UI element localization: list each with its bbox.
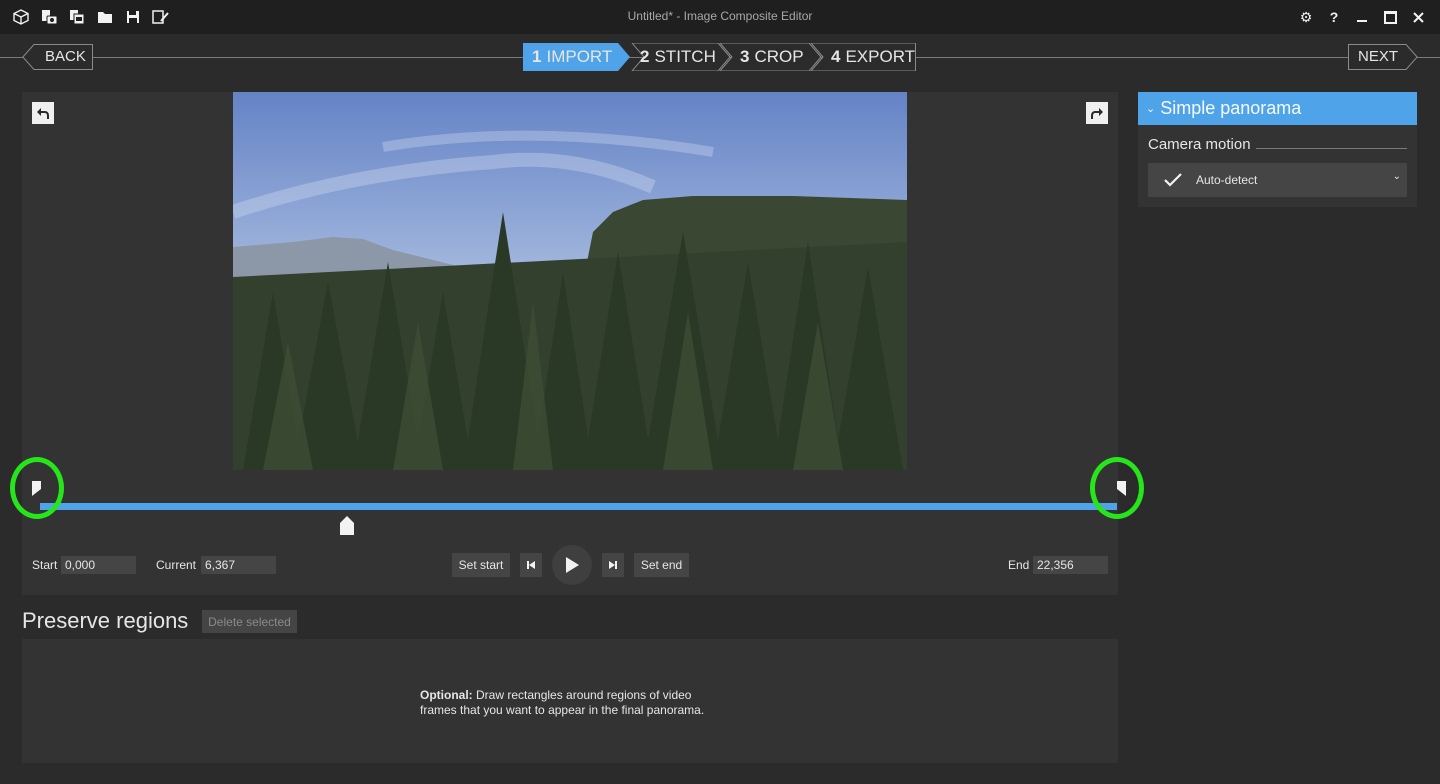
maximize-icon — [1383, 10, 1397, 24]
next-label: NEXT — [1358, 48, 1399, 65]
step-number: 4 — [831, 47, 841, 66]
tab-import[interactable]: 1 IMPORT — [532, 43, 622, 71]
camera-motion-divider — [1256, 148, 1407, 149]
set-start-button[interactable]: Set start — [452, 553, 510, 577]
set-end-button[interactable]: Set end — [634, 553, 689, 577]
back-button[interactable]: BACK — [22, 44, 93, 70]
current-field[interactable]: 6,367 — [201, 556, 276, 574]
camera-motion-dropdown[interactable]: Auto-detect ⌄ — [1148, 163, 1407, 197]
tab-export[interactable]: 4 EXPORT — [831, 43, 915, 71]
step-label: IMPORT — [546, 47, 613, 66]
current-label: Current — [156, 558, 197, 572]
play-button[interactable] — [552, 545, 592, 585]
help-icon[interactable]: ? — [1321, 6, 1347, 28]
back-label: BACK — [45, 48, 86, 65]
settings-icon[interactable]: ⚙ — [1293, 6, 1319, 28]
skip-back-icon — [527, 561, 535, 569]
camera-motion-label: Camera motion — [1148, 136, 1251, 153]
tab-stitch[interactable]: 2 STITCH — [640, 43, 722, 71]
skip-forward-icon — [609, 561, 617, 569]
highlight-ring-start — [10, 457, 64, 519]
close-button[interactable] — [1405, 6, 1431, 28]
maximize-button[interactable] — [1377, 6, 1403, 28]
step-label: EXPORT — [845, 47, 916, 66]
checkmark-icon — [1164, 173, 1182, 187]
playhead-handle[interactable] — [339, 516, 354, 535]
step-number: 3 — [740, 47, 750, 66]
step-number: 2 — [640, 47, 650, 66]
chevron-down-icon: ⌄ — [1146, 103, 1156, 115]
rotate-left-button[interactable] — [32, 102, 54, 124]
play-icon — [566, 557, 579, 573]
close-icon — [1412, 11, 1424, 23]
rotate-right-button[interactable] — [1086, 102, 1108, 124]
minimize-icon — [1357, 20, 1367, 22]
rotate-right-icon — [1091, 108, 1103, 119]
tab-crop[interactable]: 3 CROP — [740, 43, 812, 71]
note-line-1: Draw rectangles around regions of video — [472, 688, 692, 702]
step-number: 1 — [532, 47, 542, 66]
note-bold: Optional: — [420, 688, 473, 702]
note-line-2: frames that you want to appear in the fi… — [420, 703, 705, 717]
panel-title: Simple panorama — [1160, 98, 1302, 118]
minimize-button[interactable] — [1349, 6, 1375, 28]
simple-panorama-header[interactable]: ⌄ Simple panorama — [1138, 92, 1417, 125]
step-label: STITCH — [654, 47, 716, 66]
start-label: Start — [32, 558, 58, 572]
next-button[interactable]: NEXT — [1348, 44, 1418, 70]
video-frame[interactable] — [233, 92, 907, 470]
preserve-regions-note: Optional: Draw rectangles around regions… — [420, 688, 740, 718]
previous-frame-button[interactable] — [520, 553, 542, 577]
window-title: Untitled* - Image Composite Editor — [627, 9, 813, 23]
camera-motion-value: Auto-detect — [1196, 173, 1258, 187]
delete-selected-button[interactable]: Delete selected — [202, 610, 297, 633]
highlight-ring-end — [1090, 457, 1144, 519]
end-field[interactable]: 22,356 — [1033, 556, 1108, 574]
next-frame-button[interactable] — [602, 553, 624, 577]
end-label: End — [1008, 558, 1030, 572]
start-field[interactable]: 0,000 — [61, 556, 136, 574]
chevron-down-icon: ⌄ — [1392, 171, 1401, 182]
step-label: CROP — [754, 47, 804, 66]
timeline-bar[interactable] — [40, 503, 1117, 510]
preserve-regions-title: Preserve regions — [22, 608, 189, 633]
rotate-left-icon — [37, 108, 49, 119]
